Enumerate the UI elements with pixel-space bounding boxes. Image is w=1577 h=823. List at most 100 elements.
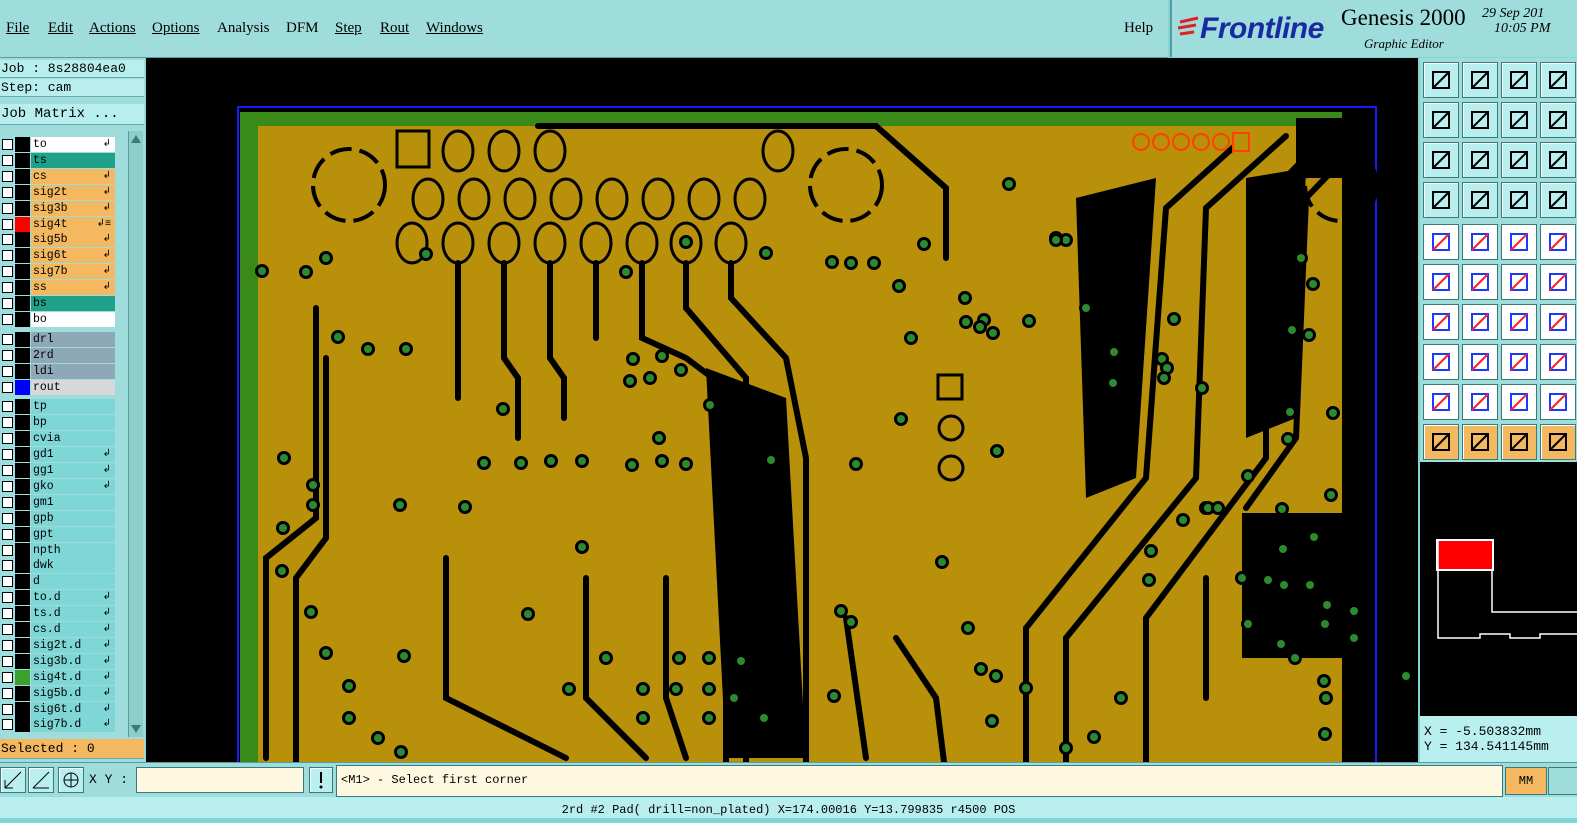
layer-color-swatch[interactable]: [15, 622, 30, 637]
layer-color-swatch[interactable]: [15, 574, 30, 590]
triangle-edit-icon[interactable]: [1540, 384, 1576, 420]
layer-checkbox[interactable]: [2, 719, 13, 731]
scroll-icon[interactable]: [1540, 102, 1576, 138]
layer-checkbox[interactable]: [2, 703, 13, 715]
layer-name[interactable]: 2rd: [31, 347, 115, 363]
layer-name[interactable]: sig5b ↲: [31, 232, 115, 248]
layer-checkbox[interactable]: [2, 639, 13, 651]
job-matrix-button[interactable]: Job Matrix ...: [0, 104, 144, 125]
layer-name[interactable]: cs ↲: [31, 168, 115, 184]
layer-name[interactable]: drl: [31, 331, 115, 347]
layer-color-swatch[interactable]: [15, 248, 30, 264]
layer-color-swatch[interactable]: [15, 347, 30, 363]
layer-color-swatch[interactable]: [15, 431, 30, 447]
layer-checkbox[interactable]: [2, 417, 13, 429]
layer-color-swatch[interactable]: [15, 363, 30, 379]
layer-name[interactable]: gm1: [31, 494, 115, 510]
layer-row-bp[interactable]: bp: [0, 415, 116, 431]
layer-color-swatch[interactable]: [15, 653, 30, 669]
route-icon[interactable]: [1540, 264, 1576, 300]
layer-color-swatch[interactable]: [15, 415, 30, 431]
zoom-home-icon[interactable]: [1462, 142, 1498, 178]
layer-checkbox[interactable]: [2, 298, 13, 309]
layer-color-swatch[interactable]: [15, 216, 30, 232]
pad-add-icon[interactable]: [1423, 344, 1459, 380]
layer-name[interactable]: sig2t ↲: [31, 184, 115, 200]
layer-name[interactable]: gpt: [31, 526, 115, 542]
move-node-icon[interactable]: [1501, 264, 1537, 300]
line-alt-icon[interactable]: [1462, 304, 1498, 340]
layer-checkbox[interactable]: [2, 282, 13, 294]
layer-row-to-d[interactable]: to.d ↲: [0, 590, 116, 606]
layer-color-swatch[interactable]: [15, 200, 30, 216]
layer-checkbox[interactable]: [2, 401, 13, 413]
layer-color-swatch[interactable]: [15, 168, 30, 184]
layer-name[interactable]: sig3b.d ↲: [31, 653, 115, 669]
layer-name[interactable]: gg1 ↲: [31, 463, 115, 478]
layer-checkbox[interactable]: [2, 250, 13, 262]
layer-checkbox[interactable]: [2, 608, 13, 620]
pad-link-icon[interactable]: [1540, 344, 1576, 380]
export-icon[interactable]: [1462, 102, 1498, 138]
layer-checkbox[interactable]: [2, 349, 13, 361]
layer-color-swatch[interactable]: [15, 280, 30, 296]
layer-checkbox[interactable]: [2, 576, 13, 588]
layer-name[interactable]: gko ↲: [31, 478, 115, 494]
layer-color-swatch[interactable]: [15, 463, 30, 478]
layer-name[interactable]: sig4t.d ↲: [31, 669, 115, 685]
grid-icon[interactable]: [1462, 182, 1498, 218]
layer-color-swatch[interactable]: [15, 399, 30, 415]
menu-rout[interactable]: Rout: [380, 20, 409, 37]
layer-name[interactable]: sig3b ↲: [31, 200, 115, 216]
layer-color-swatch[interactable]: [15, 701, 30, 717]
select-extra-icon[interactable]: [1540, 424, 1576, 460]
layer-checkbox[interactable]: [2, 170, 13, 182]
layer-checkbox[interactable]: [2, 655, 13, 667]
grid-icon[interactable]: [58, 767, 84, 793]
layer-row-sig2t-d[interactable]: sig2t.d ↲: [0, 637, 116, 654]
layer-checkbox[interactable]: [2, 381, 13, 393]
layer-checkbox[interactable]: [2, 528, 13, 540]
layer-color-swatch[interactable]: [15, 669, 30, 685]
layer-row-sig3b[interactable]: sig3b ↲: [0, 200, 116, 217]
menu-options[interactable]: Options: [152, 20, 200, 37]
copy-icon[interactable]: [1540, 62, 1576, 98]
layer-checkbox[interactable]: [2, 560, 13, 572]
layer-row-ldi[interactable]: ldi: [0, 363, 116, 380]
layer-color-swatch[interactable]: [15, 296, 30, 311]
layer-row-bs[interactable]: bs: [0, 296, 116, 312]
layer-scrollbar[interactable]: [128, 131, 143, 737]
overview-window[interactable]: [1420, 462, 1577, 716]
layer-checkbox[interactable]: [2, 671, 13, 683]
layer-row-sig6t-d[interactable]: sig6t.d ↲: [0, 701, 116, 718]
layer-color-swatch[interactable]: [15, 379, 30, 395]
layer-checkbox[interactable]: [2, 544, 13, 556]
layer-name[interactable]: npth: [31, 542, 115, 558]
layer-name[interactable]: ts.d ↲: [31, 606, 115, 622]
layer-checkbox[interactable]: [2, 496, 13, 508]
layer-row-tp[interactable]: tp: [0, 399, 116, 415]
zoom-1to1-icon[interactable]: [1501, 142, 1537, 178]
layer-row-sig7b-d[interactable]: sig7b.d ↲: [0, 717, 116, 733]
layer-color-swatch[interactable]: [15, 311, 30, 327]
layer-row-npth[interactable]: npth: [0, 542, 116, 559]
layer-color-swatch[interactable]: [15, 137, 30, 152]
menu-analysis[interactable]: Analysis: [217, 20, 270, 37]
layer-name[interactable]: ldi: [31, 363, 115, 379]
layer-color-swatch[interactable]: [15, 558, 30, 574]
text-icon[interactable]: [1540, 304, 1576, 340]
layer-name[interactable]: cs.d ↲: [31, 622, 115, 637]
layer-color-swatch[interactable]: [15, 494, 30, 510]
layer-checkbox[interactable]: [2, 465, 13, 476]
layer-row-cs-d[interactable]: cs.d ↲: [0, 622, 116, 638]
layer-name[interactable]: dwk: [31, 558, 115, 574]
menu-step[interactable]: Step: [335, 20, 362, 37]
layer-name[interactable]: rout: [31, 379, 115, 395]
layer-checkbox[interactable]: [2, 202, 13, 214]
layer-color-swatch[interactable]: [15, 232, 30, 248]
layer-color-swatch[interactable]: [15, 542, 30, 558]
snap-alt-icon[interactable]: [1540, 182, 1576, 218]
layer-checkbox[interactable]: [2, 154, 13, 166]
layer-checkbox[interactable]: [2, 266, 13, 278]
layer-row-sig7b[interactable]: sig7b ↲: [0, 264, 116, 280]
